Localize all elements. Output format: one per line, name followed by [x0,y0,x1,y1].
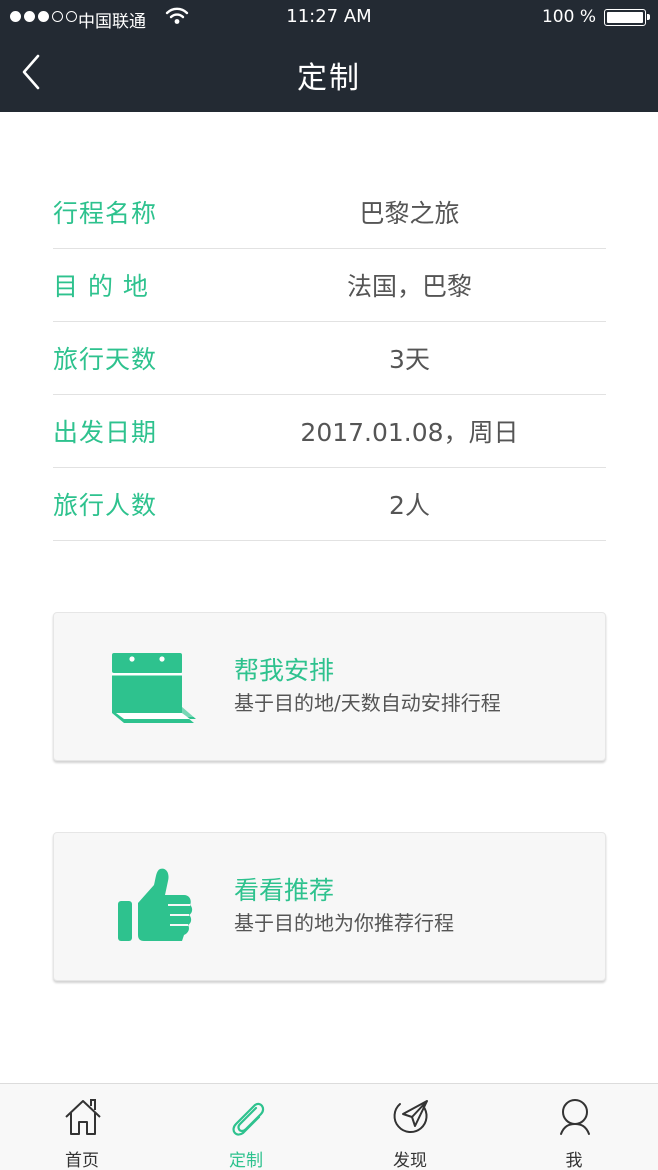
auto-arrange-card[interactable]: 帮我安排 基于目的地/天数自动安排行程 [53,612,606,761]
form-row-destination[interactable]: 目 的 地 法国，巴黎 [53,249,606,322]
tab-home[interactable]: 首页 [0,1084,164,1170]
calendar-icon [112,653,196,723]
row-value[interactable]: 2人 [213,486,606,522]
card-title: 看看推荐 [234,876,335,905]
row-label: 旅行人数 [53,491,158,520]
home-icon [65,1099,101,1135]
page-title: 定制 [297,61,361,96]
tab-me[interactable]: 我 [492,1084,656,1170]
row-label: 出发日期 [53,418,158,447]
form-row-departure-date[interactable]: 出发日期 2017.01.08，周日 [53,395,606,468]
row-label: 旅行天数 [53,345,158,374]
card-subtitle: 基于目的地/天数自动安排行程 [234,691,501,715]
form-row-days[interactable]: 旅行天数 3天 [53,322,606,395]
tab-label: 我 [565,1151,583,1170]
status-bar: 中国联通 11:27 AM 100 % [0,0,658,36]
tab-label: 定制 [229,1151,263,1170]
trip-details-form: 行程名称 巴黎之旅 目 的 地 法国，巴黎 旅行天数 3天 出发日期 2017.… [53,176,606,541]
top-bar: 中国联通 11:27 AM 100 % 定制 [0,0,658,112]
paperclip-icon [232,1102,265,1136]
row-label: 目 的 地 [53,272,149,301]
row-value[interactable]: 法国，巴黎 [213,267,606,303]
compass-icon [393,1100,428,1134]
battery-percent: 100 % [541,7,596,27]
row-label: 行程名称 [53,199,158,228]
form-row-travelers[interactable]: 旅行人数 2人 [53,468,606,541]
user-icon [560,1099,590,1135]
recommendations-card[interactable]: 看看推荐 基于目的地为你推荐行程 [53,832,606,981]
form-row-trip-name[interactable]: 行程名称 巴黎之旅 [53,176,606,249]
tab-discover[interactable]: 发现 [328,1084,492,1170]
tab-label: 发现 [393,1151,427,1170]
row-value[interactable]: 3天 [213,340,606,376]
card-subtitle: 基于目的地为你推荐行程 [234,911,454,935]
battery-icon [604,9,650,26]
row-value[interactable]: 2017.01.08，周日 [213,413,606,449]
bottom-tab-bar: 首页 定制 发现 我 [0,1083,658,1170]
row-value[interactable]: 巴黎之旅 [213,194,606,230]
card-title: 帮我安排 [234,656,335,685]
tab-customize[interactable]: 定制 [164,1084,328,1170]
tab-label: 首页 [65,1151,99,1170]
thumbs-up-icon [118,868,193,941]
